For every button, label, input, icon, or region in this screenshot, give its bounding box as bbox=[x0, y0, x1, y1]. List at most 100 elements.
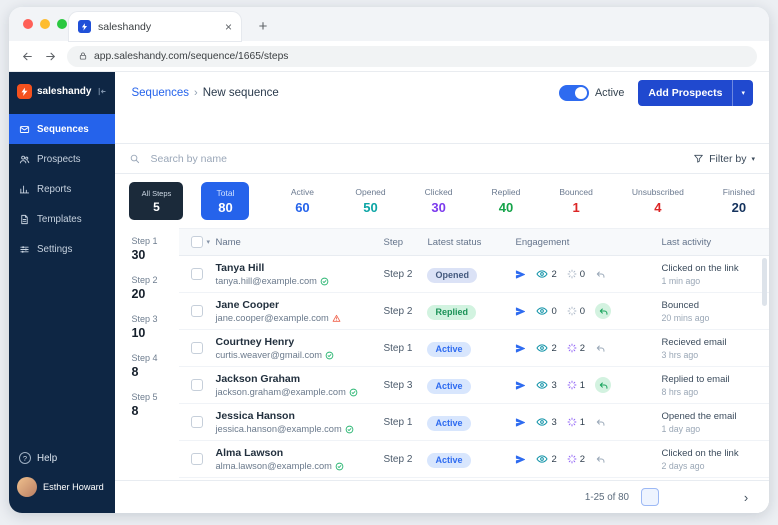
page-button-2[interactable] bbox=[663, 488, 681, 506]
saleshandy-logo-icon bbox=[17, 84, 32, 99]
help-label: Help bbox=[37, 453, 57, 464]
filter-by-button[interactable]: Filter by ▾ bbox=[693, 153, 755, 165]
table-row[interactable]: Alma Lawson alma.lawson@example.com Step… bbox=[179, 441, 769, 478]
last-activity-text: Bounced bbox=[661, 300, 759, 311]
step-filter-step-5[interactable]: Step 5 8 bbox=[131, 392, 179, 418]
sidebar-item-sequences[interactable]: Sequences bbox=[9, 114, 115, 144]
window-close-button[interactable] bbox=[23, 19, 33, 29]
search-input[interactable] bbox=[148, 152, 685, 166]
table-row[interactable]: Courtney Henry curtis.weaver@gmail.com S… bbox=[179, 330, 769, 367]
opens-icon bbox=[536, 416, 548, 428]
step-count: 8 bbox=[131, 404, 179, 418]
address-bar[interactable]: app.saleshandy.com/sequence/1665/steps bbox=[67, 46, 757, 67]
table-row[interactable]: Jane Cooper jane.cooper@example.com Step… bbox=[179, 293, 769, 330]
row-checkbox[interactable] bbox=[191, 453, 203, 465]
prospect-name: Tanya Hill bbox=[215, 262, 383, 274]
page-button-1[interactable] bbox=[641, 488, 659, 506]
stat-value: 80 bbox=[218, 200, 232, 215]
user-name: Esther Howard bbox=[43, 482, 104, 492]
opens-count: 2 bbox=[551, 269, 556, 280]
step-filter-step-4[interactable]: Step 4 8 bbox=[131, 353, 179, 379]
clicks-icon bbox=[567, 306, 577, 316]
opens-count: 0 bbox=[551, 306, 556, 317]
reply-icon bbox=[595, 343, 606, 354]
table-row[interactable]: Tanya Hill tanya.hill@example.com Step 2… bbox=[179, 256, 769, 293]
add-prospects-caret-icon[interactable]: ▾ bbox=[733, 89, 753, 97]
select-all-caret-icon[interactable]: ▾ bbox=[206, 238, 210, 246]
row-step: Step 1 bbox=[383, 417, 427, 428]
breadcrumb-current: New sequence bbox=[203, 87, 279, 99]
clicks-count: 1 bbox=[580, 380, 585, 391]
page-button-4[interactable] bbox=[707, 488, 725, 506]
header-step: Step bbox=[383, 237, 427, 248]
scrollbar-thumb[interactable] bbox=[762, 258, 767, 306]
step-label: Step 2 bbox=[131, 275, 179, 285]
stat-opened[interactable]: Opened 50 bbox=[355, 187, 385, 215]
last-activity-text: Opened the email bbox=[661, 411, 759, 422]
clicks-icon bbox=[567, 417, 577, 427]
logo-text: saleshandy bbox=[37, 86, 91, 97]
sidebar-item-settings[interactable]: Settings bbox=[9, 234, 115, 264]
stat-active[interactable]: Active 60 bbox=[288, 187, 316, 215]
stat-label: Clicked bbox=[425, 187, 453, 197]
user-profile[interactable]: Esther Howard bbox=[9, 471, 115, 503]
reply-icon bbox=[595, 303, 611, 319]
stat-value: 20 bbox=[723, 200, 755, 215]
row-checkbox[interactable] bbox=[191, 342, 203, 354]
back-icon[interactable] bbox=[21, 50, 34, 63]
status-badge: Active bbox=[427, 342, 470, 357]
row-checkbox[interactable] bbox=[191, 305, 203, 317]
stat-unsubscribed[interactable]: Unsubscribed 4 bbox=[632, 187, 684, 215]
stat-label: Total bbox=[217, 188, 235, 198]
table-row[interactable]: Jessica Hanson jessica.hanson@example.co… bbox=[179, 404, 769, 441]
stat-bounced[interactable]: Bounced 1 bbox=[559, 187, 593, 215]
step-filter-step-1[interactable]: Step 1 30 bbox=[131, 236, 179, 262]
window-zoom-button[interactable] bbox=[57, 19, 67, 29]
screenshot-stage: saleshandy × + app.saleshandy.com/sequen… bbox=[0, 0, 778, 525]
select-all-checkbox[interactable] bbox=[191, 236, 203, 248]
stat-value: 1 bbox=[559, 200, 593, 215]
last-activity-time: 2 days ago bbox=[661, 461, 759, 471]
row-checkbox[interactable] bbox=[191, 379, 203, 391]
row-step: Step 2 bbox=[383, 269, 427, 280]
opens-icon bbox=[536, 342, 548, 354]
prospect-email: curtis.weaver@gmail.com bbox=[215, 350, 322, 360]
sidebar-item-prospects[interactable]: Prospects bbox=[9, 144, 115, 174]
new-tab-button[interactable]: + bbox=[251, 14, 275, 38]
breadcrumb-sequences-link[interactable]: Sequences bbox=[131, 87, 189, 99]
collapse-sidebar-icon[interactable] bbox=[96, 86, 107, 97]
sidebar-item-reports[interactable]: Reports bbox=[9, 174, 115, 204]
step-count: 30 bbox=[131, 248, 179, 262]
row-checkbox[interactable] bbox=[191, 268, 203, 280]
settings-icon bbox=[19, 244, 30, 255]
all-steps-filter[interactable]: All Steps 5 bbox=[129, 182, 183, 220]
clicks-count: 2 bbox=[580, 343, 585, 354]
sidebar-item-templates[interactable]: Templates bbox=[9, 204, 115, 234]
status-badge: Replied bbox=[427, 305, 476, 320]
sidebar-bottom: ? Help Esther Howard bbox=[9, 445, 115, 513]
help-button[interactable]: ? Help bbox=[9, 445, 115, 471]
reply-icon bbox=[595, 377, 611, 393]
window-minimize-button[interactable] bbox=[40, 19, 50, 29]
step-label: Step 3 bbox=[131, 314, 179, 324]
table-header: ▾ Name Step Latest status Engagement Las… bbox=[179, 228, 769, 256]
step-count: 20 bbox=[131, 287, 179, 301]
search-row: Filter by ▾ bbox=[115, 144, 769, 174]
add-prospects-button[interactable]: Add Prospects ▾ bbox=[638, 80, 753, 106]
stat-total[interactable]: Total 80 bbox=[201, 182, 249, 220]
tab-close-icon[interactable]: × bbox=[225, 21, 232, 33]
stat-replied[interactable]: Replied 40 bbox=[492, 187, 521, 215]
forward-icon[interactable] bbox=[44, 50, 57, 63]
page-button-3[interactable] bbox=[685, 488, 703, 506]
opens-icon bbox=[536, 305, 548, 317]
stat-finished[interactable]: Finished 20 bbox=[723, 187, 755, 215]
stat-label: Finished bbox=[723, 187, 755, 197]
next-page-button[interactable]: › bbox=[737, 488, 755, 506]
active-toggle[interactable] bbox=[559, 85, 589, 101]
step-filter-step-3[interactable]: Step 3 10 bbox=[131, 314, 179, 340]
browser-tab[interactable]: saleshandy × bbox=[69, 12, 241, 41]
step-filter-step-2[interactable]: Step 2 20 bbox=[131, 275, 179, 301]
table-row[interactable]: Jackson Graham jackson.graham@example.co… bbox=[179, 367, 769, 404]
stat-clicked[interactable]: Clicked 30 bbox=[425, 187, 453, 215]
row-checkbox[interactable] bbox=[191, 416, 203, 428]
